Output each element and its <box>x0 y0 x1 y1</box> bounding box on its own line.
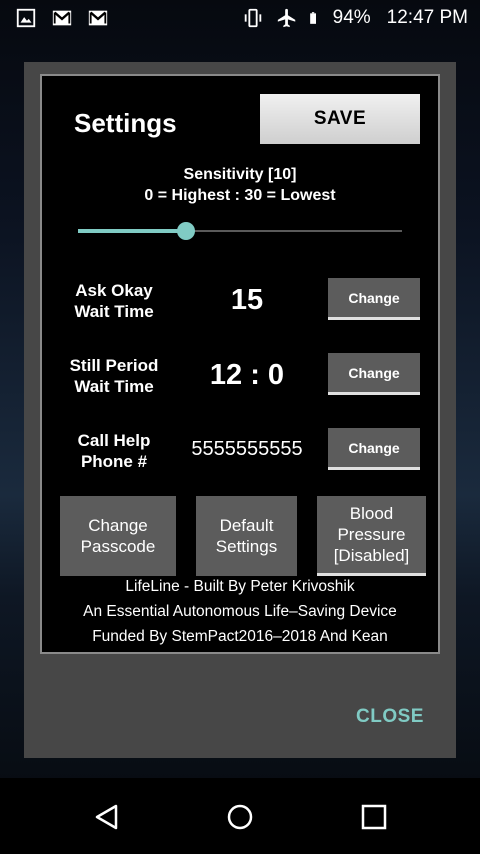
sensitivity-value-label: Sensitivity [10] <box>183 166 297 183</box>
change-passcode-line2: Passcode <box>80 537 156 556</box>
ask-okay-value: 15 <box>230 284 264 316</box>
call-help-label: Call Help Phone # <box>42 430 186 472</box>
gmail-icon <box>88 10 108 26</box>
blood-pressure-button[interactable]: Blood Pressure [Disabled] <box>317 496 426 576</box>
battery-icon <box>309 12 316 24</box>
default-settings-line1: Default <box>219 516 274 535</box>
page-title: Settings <box>74 108 177 138</box>
still-period-value: 12 : 0 <box>209 359 285 391</box>
save-button[interactable]: SAVE <box>260 94 420 144</box>
notification-icons <box>14 7 110 29</box>
default-settings-button[interactable]: Default Settings <box>196 496 297 576</box>
navigation-bar <box>0 778 480 854</box>
call-help-label-line2: Phone # <box>80 452 148 471</box>
change-still-period-button[interactable]: Change <box>328 353 420 395</box>
sensitivity-slider[interactable] <box>78 219 402 243</box>
clock: 12:47 PM <box>386 7 468 28</box>
blood-pressure-line1: Blood <box>349 504 394 523</box>
blood-pressure-line3: [Disabled] <box>333 546 410 565</box>
ask-okay-label: Ask Okay Wait Time <box>42 280 186 322</box>
close-button[interactable]: CLOSE <box>356 706 424 728</box>
gmail-icon <box>52 10 72 26</box>
status-bar: 94% 12:47 PM <box>0 0 480 38</box>
ask-okay-label-line2: Wait Time <box>74 302 154 321</box>
vibrate-icon <box>244 8 261 28</box>
slider-fill <box>78 229 186 233</box>
sensitivity-range-text: 0 = Highest : 30 = Lowest <box>144 187 336 204</box>
still-period-label-line2: Wait Time <box>74 377 154 396</box>
still-period-label: Still Period Wait Time <box>42 355 186 397</box>
ask-okay-label-line1: Ask Okay <box>75 281 153 300</box>
tagline-line: An Essential Autonomous Life–Saving Devi… <box>83 603 397 620</box>
slider-thumb[interactable] <box>177 222 195 240</box>
funding-line: Funded By StemPact2016–2018 And Kean <box>92 628 388 645</box>
airplane-icon <box>277 8 295 28</box>
battery-percent: 94% <box>332 7 371 28</box>
change-passcode-button[interactable]: Change Passcode <box>60 496 176 576</box>
change-phone-button[interactable]: Change <box>328 428 420 470</box>
change-passcode-line1: Change <box>88 516 148 535</box>
settings-panel: Settings SAVE Sensitivity [10] 0 = Highe… <box>40 74 440 654</box>
home-icon[interactable] <box>225 802 255 832</box>
system-status: 94% 12:47 PM <box>241 7 468 29</box>
call-help-phone-value: 5555555555 <box>191 438 303 460</box>
gallery-icon <box>16 8 36 28</box>
credits-line: LifeLine - Built By Peter Krivoshik <box>125 578 355 595</box>
default-settings-line2: Settings <box>215 537 278 556</box>
change-ask-okay-button[interactable]: Change <box>328 278 420 320</box>
still-period-label-line1: Still Period <box>69 356 159 375</box>
call-help-label-line1: Call Help <box>77 431 151 450</box>
blood-pressure-line2: Pressure <box>337 525 406 544</box>
sensitivity-label: Sensitivity [10] 0 = Highest : 30 = Lowe… <box>42 164 438 206</box>
back-icon[interactable] <box>92 802 122 832</box>
recents-icon[interactable] <box>359 802 389 832</box>
